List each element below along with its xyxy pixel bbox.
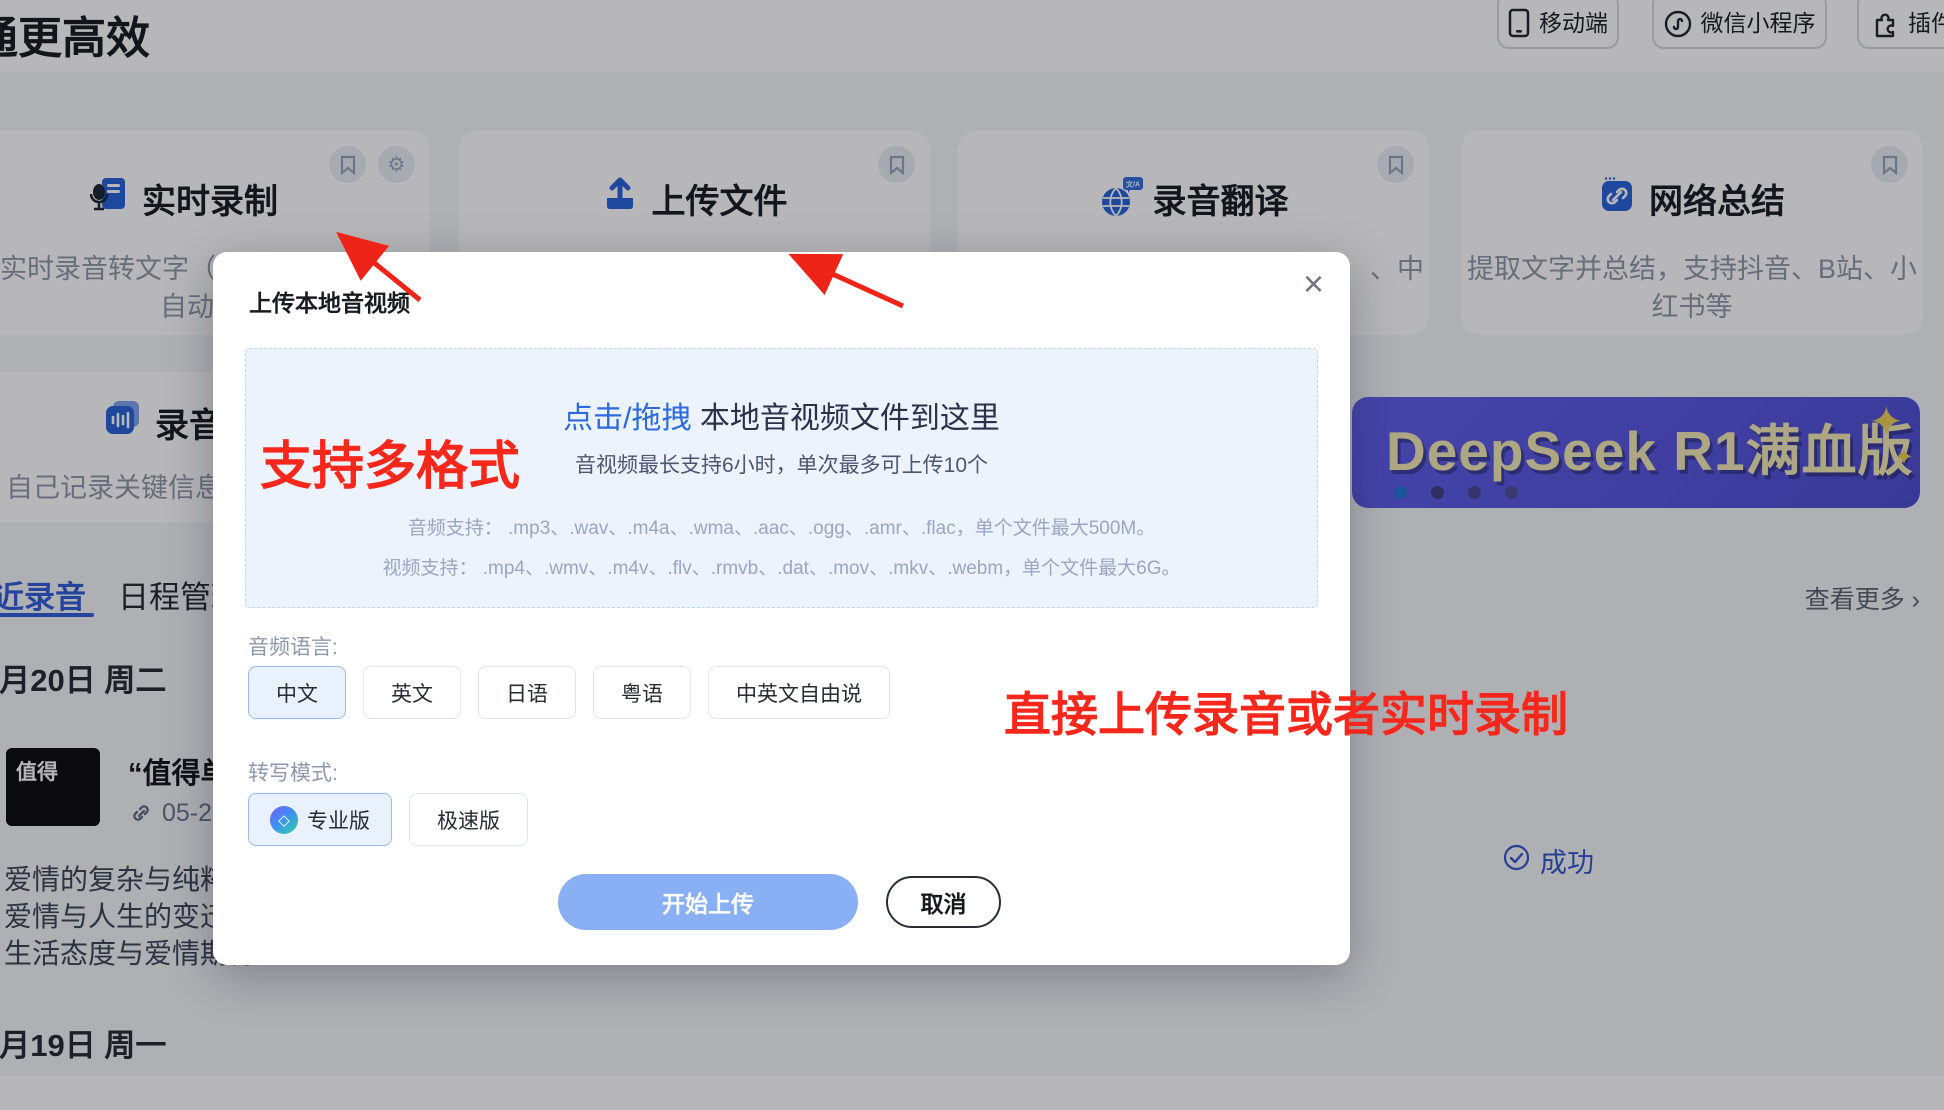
language-chip-zh[interactable]: 中文 — [248, 666, 346, 719]
cancel-button[interactable]: 取消 — [886, 876, 1001, 928]
audio-format-support: 音频支持： .mp3、.wav、.m4a、.wma、.aac、.ogg、.amr… — [246, 513, 1317, 540]
mode-label: 转写模式: — [248, 757, 338, 787]
modal-title: 上传本地音视频 — [249, 284, 410, 318]
annotation-upload-or-record: 直接上传录音或者实时录制 — [1004, 676, 1568, 745]
language-options: 中文 英文 日语 粤语 中英文自由说 — [248, 666, 890, 719]
video-format-support: 视频支持： .mp4、.wmv、.m4v、.flv、.rmvb、.dat、.mo… — [246, 553, 1317, 580]
annotation-multi-format: 支持多格式 — [260, 424, 520, 499]
upload-modal: 上传本地音视频 × 点击/拖拽 本地音视频文件到这里 音视频最长支持6小时，单次… — [213, 252, 1350, 965]
mode-chip-pro[interactable]: ◇ 专业版 — [248, 793, 392, 846]
language-chip-ja[interactable]: 日语 — [478, 666, 576, 719]
language-chip-en[interactable]: 英文 — [363, 666, 461, 719]
start-upload-button[interactable]: 开始上传 — [558, 874, 858, 930]
mode-options: ◇ 专业版 极速版 — [248, 793, 528, 846]
language-chip-yue[interactable]: 粤语 — [593, 666, 691, 719]
mode-chip-fast[interactable]: 极速版 — [409, 793, 528, 846]
language-label: 音频语言: — [248, 631, 338, 661]
pro-badge-icon: ◇ — [270, 806, 298, 834]
language-chip-mixed[interactable]: 中英文自由说 — [708, 666, 890, 719]
close-icon[interactable]: × — [1303, 266, 1324, 302]
click-drag-link[interactable]: 点击/拖拽 — [563, 402, 691, 435]
